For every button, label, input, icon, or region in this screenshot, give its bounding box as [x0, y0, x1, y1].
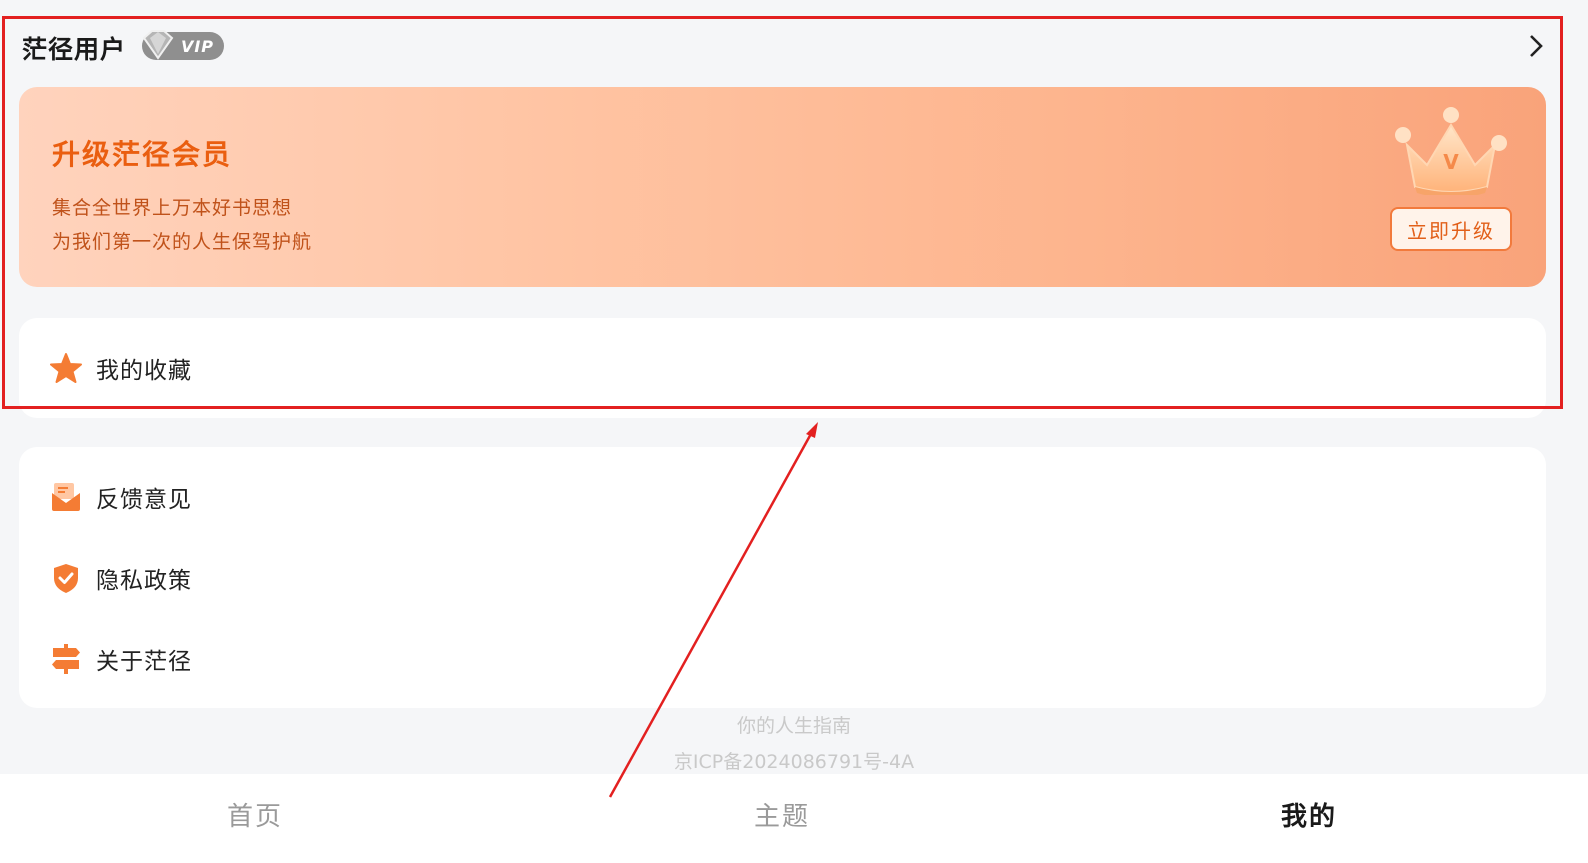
settings-card: 反馈意见 隐私政策 关于茫径	[19, 447, 1546, 708]
profile-page: 茫径用户 VIP 升级茫径会员 集合全世界上万本好书思想 为我们第一次的人生保驾…	[0, 0, 1588, 863]
menu-item-feedback[interactable]: 反馈意见	[19, 467, 1546, 527]
star-icon	[50, 353, 82, 383]
chevron-right-icon[interactable]	[1522, 32, 1550, 60]
footer-icp[interactable]: 京ICP备2024086791号-4A	[0, 747, 1588, 774]
shield-check-icon	[54, 564, 78, 593]
upgrade-banner[interactable]: 升级茫径会员 集合全世界上万本好书思想 为我们第一次的人生保驾护航 V 立即升级	[19, 87, 1546, 287]
vip-label: VIP	[180, 36, 214, 56]
menu-item-favorites[interactable]: 我的收藏	[19, 338, 1546, 398]
favorites-card: 我的收藏	[19, 318, 1546, 418]
upgrade-button[interactable]: 立即升级	[1390, 207, 1512, 251]
tab-topics[interactable]: 主题	[682, 796, 882, 833]
crown-icon: V	[1395, 107, 1507, 195]
tab-mine[interactable]: 我的	[1209, 796, 1409, 833]
tab-home[interactable]: 首页	[155, 796, 355, 833]
bottom-tab-bar: 首页 主题 我的	[0, 774, 1588, 863]
banner-line-1: 集合全世界上万本好书思想	[52, 197, 293, 219]
favorites-label: 我的收藏	[96, 358, 192, 384]
about-label: 关于茫径	[96, 649, 192, 675]
username: 茫径用户	[22, 35, 127, 64]
banner-title: 升级茫径会员	[52, 138, 233, 171]
privacy-label: 隐私政策	[96, 568, 192, 594]
diamond-icon	[142, 30, 174, 60]
user-header[interactable]: 茫径用户 VIP	[0, 14, 1588, 78]
crown-letter: V	[1443, 150, 1459, 174]
signpost-icon	[52, 644, 80, 674]
banner-line-2: 为我们第一次的人生保驾护航	[52, 231, 313, 253]
menu-item-privacy[interactable]: 隐私政策	[19, 548, 1546, 608]
mail-icon	[52, 483, 80, 511]
menu-item-about[interactable]: 关于茫径	[19, 629, 1546, 689]
vip-badge: VIP	[142, 30, 224, 60]
footer-slogan: 你的人生指南	[736, 715, 851, 737]
feedback-label: 反馈意见	[96, 487, 192, 513]
